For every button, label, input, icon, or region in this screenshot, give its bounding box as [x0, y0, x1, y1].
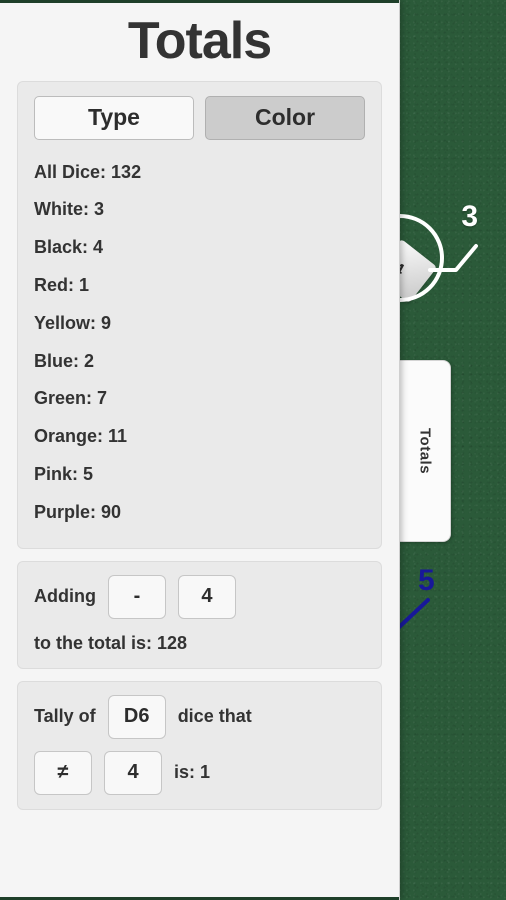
tally-comparator-button[interactable]: ≠ — [34, 750, 92, 795]
adding-result-text: to the total is: 128 — [34, 632, 188, 653]
panel-top-divider — [0, 0, 399, 3]
totals-label: Blue: — [34, 350, 79, 371]
totals-value: 7 — [97, 388, 108, 409]
mode-toggle-group: Type Color — [34, 95, 365, 140]
die-callout-5: 5 — [392, 566, 506, 636]
totals-row-pink: Pink: 5 — [34, 456, 365, 494]
totals-value: 5 — [83, 463, 94, 484]
totals-value: 1 — [79, 274, 90, 295]
tally-result-text: is: 1 — [174, 762, 211, 783]
totals-label: Pink: — [34, 463, 79, 484]
totals-side-tab-label: Totals — [416, 427, 434, 475]
tally-card: Tally of D6 dice that ≠ 4 is: 1 — [17, 680, 382, 810]
adding-operator-button[interactable]: - — [107, 574, 166, 619]
totals-label: Red: — [34, 274, 74, 295]
totals-panel: Totals Type Color All Dice: 132 White: 3… — [0, 0, 400, 900]
totals-label: Orange: — [34, 426, 104, 447]
totals-label: Purple: — [34, 501, 97, 522]
totals-value: 11 — [108, 426, 128, 447]
totals-value: 132 — [111, 161, 142, 182]
toggle-color-button[interactable]: Color — [205, 95, 365, 140]
totals-row-blue: Blue: 2 — [34, 343, 365, 381]
totals-value: 4 — [93, 237, 104, 258]
tally-controls-row-2: ≠ 4 is: 1 — [34, 750, 365, 795]
totals-row-purple: Purple: 90 — [34, 494, 365, 532]
totals-value: 9 — [101, 312, 112, 333]
callout-line-5-icon — [394, 598, 430, 632]
tally-prefix-label: Tally of — [34, 706, 96, 727]
totals-label: Black: — [34, 237, 89, 258]
totals-row-yellow: Yellow: 9 — [34, 305, 365, 343]
totals-label: All Dice: — [34, 161, 107, 182]
callout-value-3: 3 — [461, 200, 478, 233]
adding-operand-button[interactable]: 4 — [177, 574, 236, 619]
totals-value: 90 — [101, 501, 122, 522]
adding-prefix-label: Adding — [34, 586, 96, 607]
adding-controls-row: Adding - 4 — [34, 574, 365, 619]
page-title: Totals — [127, 12, 272, 70]
tally-middle-label: dice that — [177, 706, 252, 727]
totals-row-white: White: 3 — [34, 191, 365, 229]
totals-row-orange: Orange: 11 — [34, 418, 365, 456]
totals-value: 2 — [84, 350, 95, 371]
totals-list: All Dice: 132 White: 3 Black: 4 Red: 1 Y… — [34, 154, 365, 532]
totals-label: Yellow: — [34, 312, 97, 333]
totals-value: 3 — [94, 199, 105, 220]
totals-row-red: Red: 1 — [34, 267, 365, 305]
totals-side-tab[interactable]: Totals — [400, 360, 451, 542]
tally-controls-row-1: Tally of D6 dice that — [34, 694, 365, 739]
tally-dice-type-button[interactable]: D6 — [107, 694, 166, 739]
totals-row-all-dice: All Dice: 132 — [34, 154, 365, 192]
totals-row-green: Green: 7 — [34, 380, 365, 418]
callout-value-5: 5 — [418, 564, 435, 597]
totals-row-black: Black: 4 — [34, 229, 365, 267]
totals-label: White: — [34, 199, 89, 220]
adding-card: Adding - 4 to the total is: 128 — [17, 560, 382, 669]
totals-label: Green: — [34, 388, 93, 409]
totals-card: Type Color All Dice: 132 White: 3 Black:… — [17, 80, 382, 549]
tally-target-button[interactable]: 4 — [104, 750, 162, 795]
toggle-type-button[interactable]: Type — [34, 95, 194, 140]
